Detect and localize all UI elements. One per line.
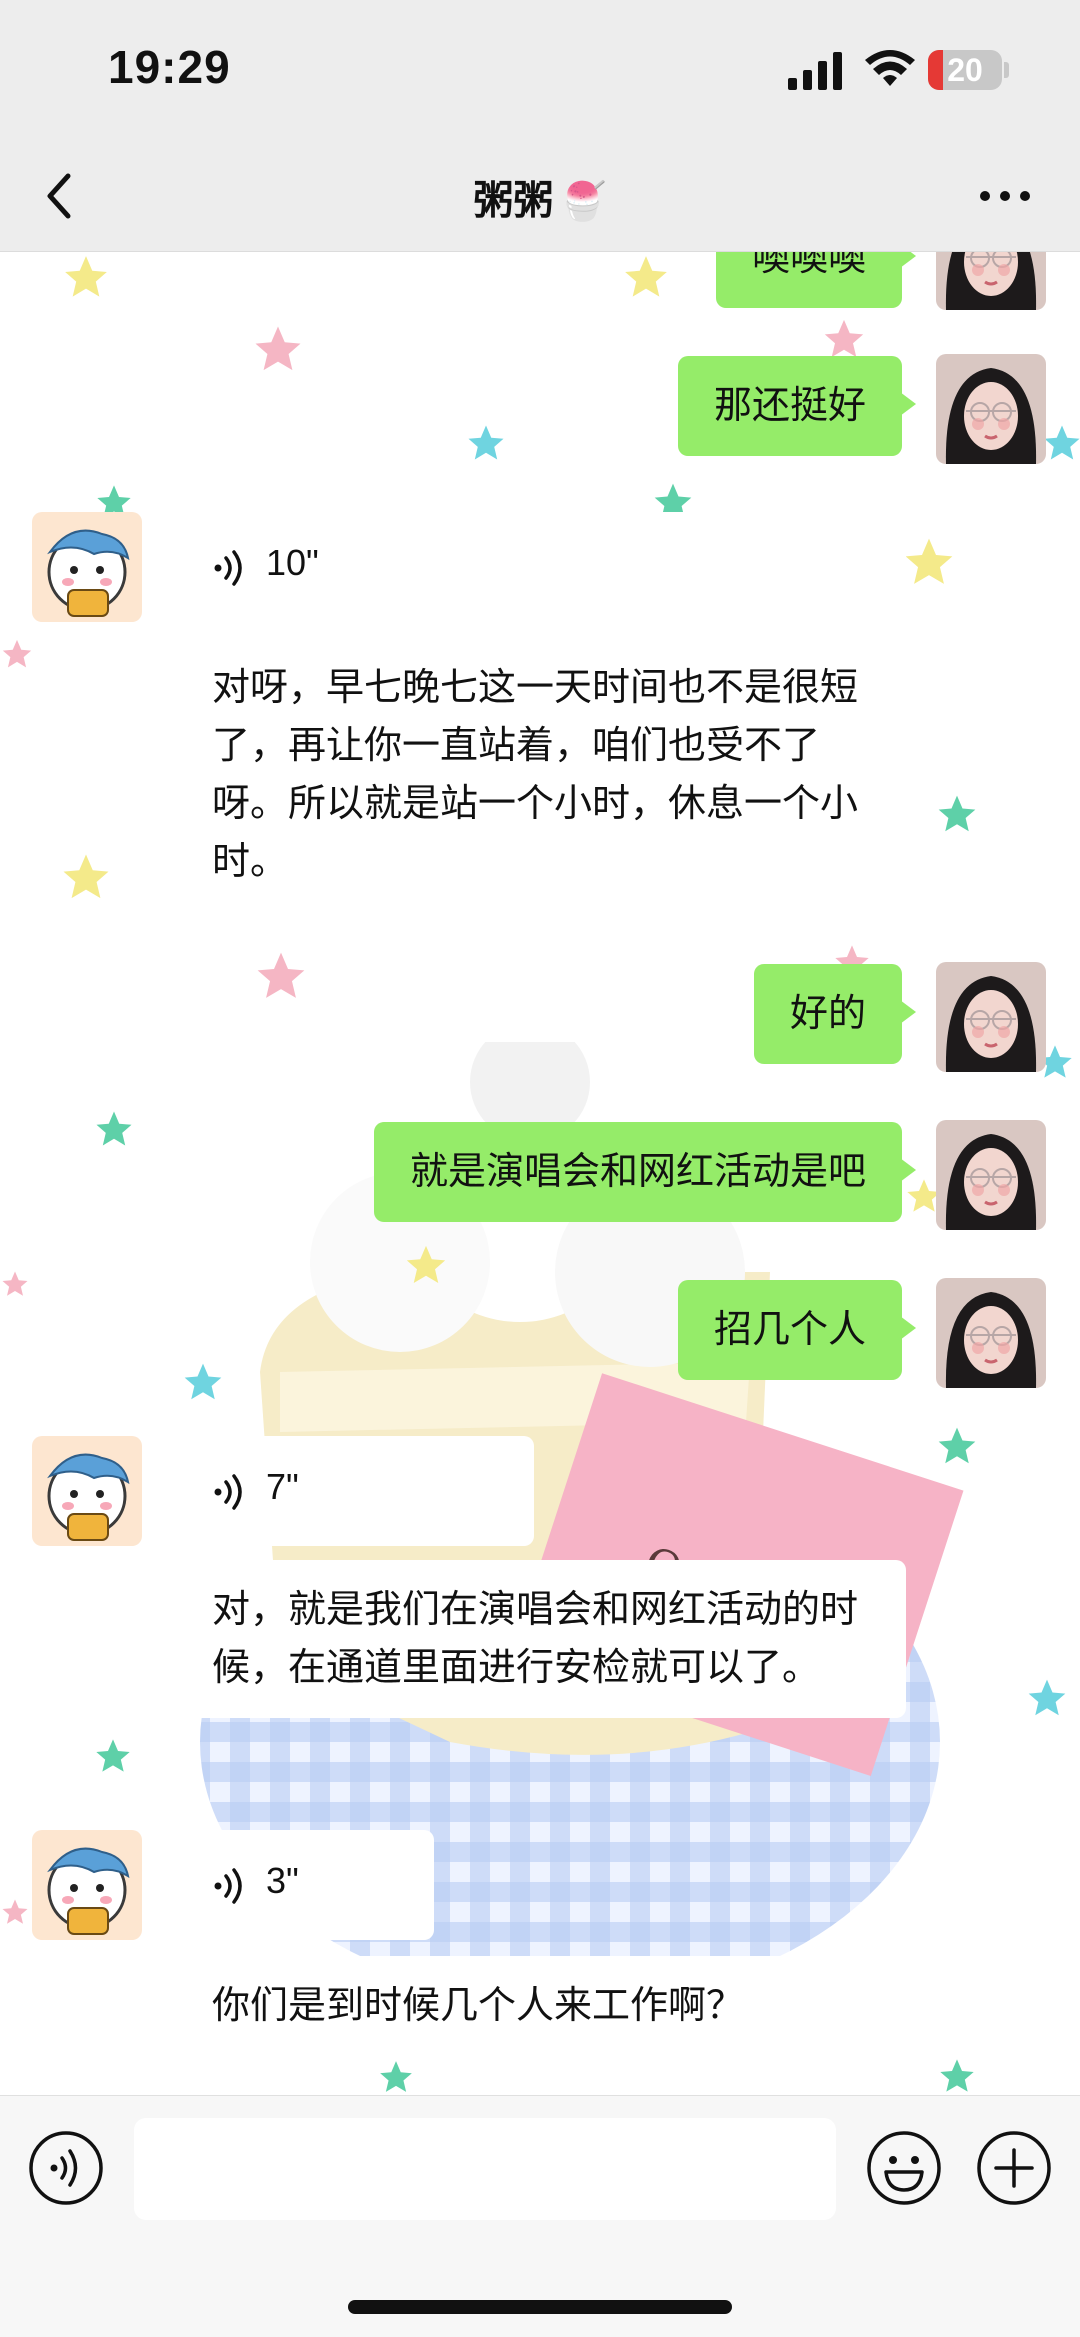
voice-message-bubble[interactable]: 10" [190, 512, 906, 622]
star-decoration-icon [96, 1739, 130, 1772]
message-text: 招几个人 [713, 1307, 866, 1351]
cellular-signal-icon [788, 52, 842, 90]
star-decoration-icon [905, 538, 953, 584]
outgoing-message-bubble[interactable]: 那还挺好 [677, 356, 917, 456]
star-decoration-icon [2, 1271, 28, 1296]
voice-wave-icon [214, 1868, 242, 1904]
star-decoration-icon [65, 256, 107, 297]
star-decoration-icon [1044, 425, 1080, 460]
chat-scroll-area[interactable]: Our En 噢噢噢 那还挺好 [0, 252, 1080, 2095]
contact-avatar[interactable] [32, 1830, 142, 1940]
transcript-text: 对呀，早七晚七这一天时间也不是很短了，再让你一直站着，咱们也受不了呀。所以就是站… [212, 665, 859, 883]
voice-mode-icon[interactable] [28, 2130, 104, 2206]
message-text: 噢噢噢 [751, 252, 866, 279]
outgoing-message-bubble[interactable]: 好的 [753, 964, 917, 1064]
voice-transcript-bubble[interactable]: 对呀，早七晚七这一天时间也不是很短了，再让你一直站着，咱们也受不了呀。所以就是站… [190, 638, 906, 912]
my-avatar[interactable] [936, 1120, 1046, 1230]
home-indicator [348, 2300, 732, 2314]
outgoing-message-bubble[interactable]: 噢噢噢 [715, 252, 917, 308]
star-decoration-icon [2, 1899, 28, 1924]
battery-cap [1004, 62, 1009, 78]
message-text: 那还挺好 [713, 383, 866, 427]
contact-avatar[interactable] [32, 1436, 142, 1546]
star-decoration-icon [255, 326, 301, 371]
message-text: 好的 [789, 991, 866, 1035]
my-avatar[interactable] [936, 354, 1046, 464]
transcript-text: 对，就是我们在演唱会和网红活动的时候，在通道里面进行安检就可以了。 [212, 1587, 859, 1689]
battery-icon: 20 [928, 50, 1002, 90]
chat-title-wrap: 粥粥 🍧 [0, 168, 1080, 226]
battery-percent: 20 [947, 52, 983, 88]
star-decoration-icon [468, 425, 504, 460]
voice-message-bubble[interactable]: 3" [190, 1830, 434, 1940]
plus-icon[interactable] [976, 2130, 1052, 2206]
message-text: 就是演唱会和网红活动是吧 [409, 1149, 866, 1193]
voice-duration: 3" [266, 1860, 299, 1901]
voice-duration: 7" [266, 1466, 299, 1507]
my-avatar[interactable] [936, 252, 1046, 310]
chat-title: 粥粥 [473, 178, 554, 224]
more-dots-icon[interactable] [975, 186, 1035, 206]
voice-wave-icon [214, 1474, 242, 1510]
voice-transcript-bubble[interactable]: 你们是到时候几个人来工作啊？ [190, 1956, 906, 2056]
voice-duration: 10" [266, 542, 319, 583]
outgoing-message-bubble[interactable]: 就是演唱会和网红活动是吧 [373, 1122, 917, 1222]
chat-header: 粥粥 🍧 [0, 140, 1080, 252]
outgoing-message-bubble[interactable]: 招几个人 [677, 1280, 917, 1380]
status-bar: 19:29 20 [0, 0, 1080, 140]
star-decoration-icon [257, 952, 305, 998]
star-decoration-icon [938, 795, 976, 832]
star-decoration-icon [96, 1111, 132, 1146]
star-decoration-icon [625, 256, 667, 297]
emoji-icon[interactable] [866, 2130, 942, 2206]
star-decoration-icon [2, 639, 32, 668]
my-avatar[interactable] [936, 1278, 1046, 1388]
my-avatar[interactable] [936, 962, 1046, 1072]
star-decoration-icon [63, 854, 109, 899]
wifi-icon [865, 50, 915, 86]
transcript-text: 你们是到时候几个人来工作啊？ [212, 1983, 745, 2027]
voice-transcript-bubble[interactable]: 对，就是我们在演唱会和网红活动的时候，在通道里面进行安检就可以了。 [190, 1560, 906, 1718]
title-emoji: 🍧 [559, 179, 607, 223]
status-time: 19:29 [108, 41, 231, 93]
voice-message-bubble[interactable]: 7" [190, 1436, 534, 1546]
contact-avatar[interactable] [32, 512, 142, 622]
voice-wave-icon [214, 550, 242, 586]
message-text-field[interactable] [134, 2118, 836, 2220]
